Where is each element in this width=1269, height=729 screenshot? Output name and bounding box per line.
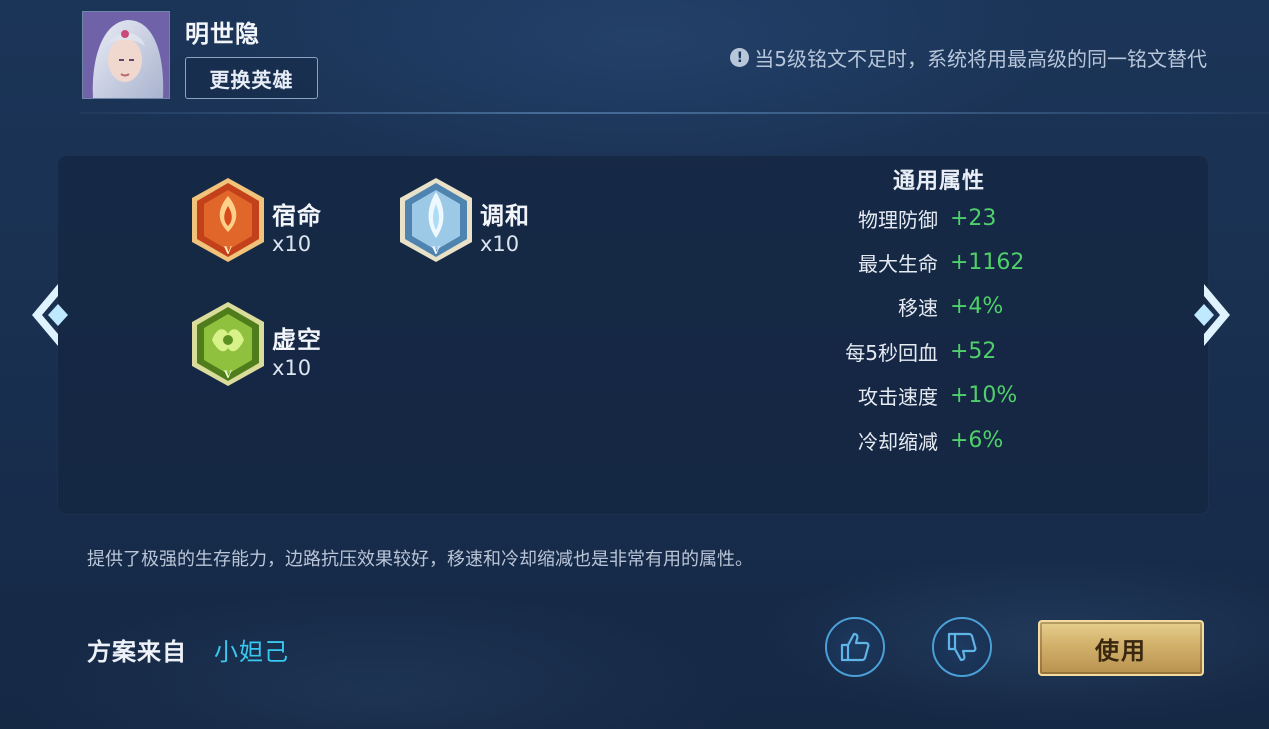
attribute-value: +1162 — [950, 249, 1025, 275]
attribute-label: 攻击速度 — [858, 385, 938, 410]
thumbs-up-icon — [840, 632, 870, 662]
attribute-value: +23 — [950, 205, 997, 231]
svg-text:V: V — [224, 367, 233, 381]
use-button[interactable]: 使用 — [1038, 620, 1204, 676]
dislike-button[interactable] — [932, 617, 992, 677]
source-label: 方案来自 — [87, 638, 187, 666]
svg-text:V: V — [224, 243, 233, 257]
attribute-row: 移速 +4% — [760, 292, 1060, 322]
description: 提供了极强的生存能力，边路抗压效果较好，移速和冷却缩减也是非常有用的属性。 — [87, 549, 753, 570]
attribute-row: 物理防御 +23 — [760, 203, 1060, 233]
rune-item[interactable]: V 调和 x10 — [398, 176, 638, 266]
attribute-value: +52 — [950, 338, 997, 364]
rune-count: x10 — [272, 356, 312, 380]
attribute-row: 最大生命 +1162 — [760, 247, 1060, 277]
attribute-value: +6% — [950, 427, 1004, 453]
rune-count: x10 — [480, 232, 520, 256]
attribute-label: 冷却缩减 — [858, 429, 938, 454]
rune-name: 调和 — [480, 202, 530, 230]
attribute-label: 每5秒回血 — [845, 340, 938, 365]
attribute-value: +4% — [950, 294, 1004, 320]
rune-name: 宿命 — [272, 202, 322, 230]
rune-green-icon: V — [192, 302, 264, 386]
thumbs-down-icon — [947, 632, 977, 662]
hero-name: 明世隐 — [185, 20, 260, 48]
rune-count: x10 — [272, 232, 312, 256]
exclamation-circle-icon: ! — [730, 48, 750, 67]
hero-avatar — [82, 11, 170, 99]
rune-item[interactable]: V 虚空 x10 — [190, 300, 430, 390]
notice: ! 当5级铭文不足时，系统将用最高级的同一铭文替代 — [730, 43, 1207, 72]
rune-blue-icon: V — [400, 178, 472, 262]
attributes-title: 通用属性 — [893, 169, 986, 194]
header-divider — [80, 112, 1269, 114]
notice-text: 当5级铭文不足时，系统将用最高级的同一铭文替代 — [754, 47, 1207, 71]
prev-arrow-icon[interactable] — [28, 280, 78, 350]
rune-item[interactable]: V 宿命 x10 — [190, 176, 430, 266]
attribute-row: 每5秒回血 +52 — [760, 336, 1060, 366]
change-hero-button[interactable]: 更换英雄 — [185, 57, 318, 99]
rune-name: 虚空 — [272, 326, 322, 354]
attribute-value: +10% — [950, 383, 1018, 409]
like-button[interactable] — [825, 617, 885, 677]
attribute-row: 攻击速度 +10% — [760, 381, 1060, 411]
attribute-label: 物理防御 — [858, 207, 938, 232]
next-arrow-icon[interactable] — [1186, 280, 1236, 350]
source-author-link[interactable]: 小妲己 — [214, 632, 289, 667]
attribute-label: 移速 — [898, 296, 938, 321]
attribute-row: 冷却缩减 +6% — [760, 425, 1060, 455]
svg-text:V: V — [432, 243, 441, 257]
attribute-label: 最大生命 — [858, 251, 938, 276]
rune-red-icon: V — [192, 178, 264, 262]
